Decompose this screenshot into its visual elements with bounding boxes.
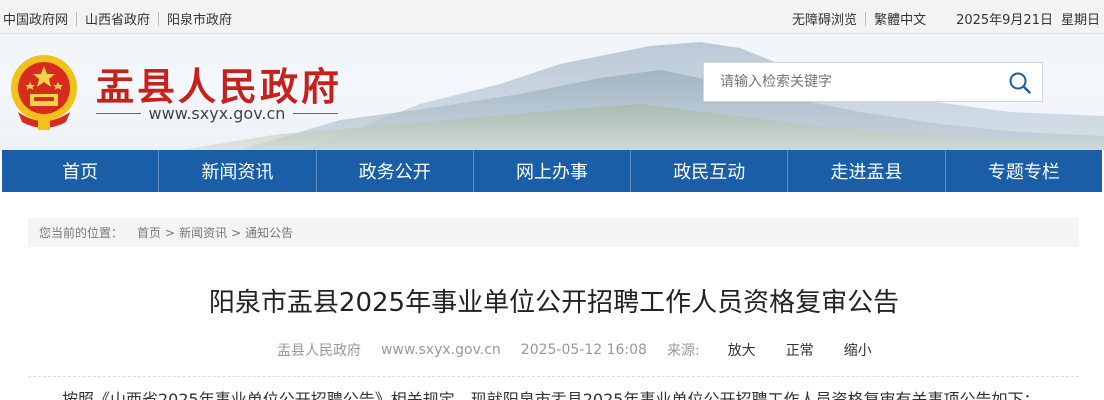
nav-home[interactable]: 首页 (2, 150, 160, 192)
article-datetime: 2025-05-12 16:08 (520, 342, 647, 358)
site-header: 盂县人民政府 www.sxyx.gov.cn (0, 34, 1104, 150)
nav-special-topics[interactable]: 专题专栏 (946, 150, 1102, 192)
article-source-label: 来源: (666, 343, 700, 359)
font-size-shrink-button[interactable]: 缩小 (844, 340, 872, 360)
search-icon[interactable] (1008, 71, 1032, 95)
current-weekday: 星期日 (1060, 13, 1100, 28)
font-size-enlarge-button[interactable]: 放大 (728, 340, 756, 360)
site-url: www.sxyx.gov.cn (96, 104, 338, 123)
divider (158, 11, 160, 26)
breadcrumb: 您当前的位置： 首页 > 新闻资讯 > 通知公告 (28, 218, 1079, 247)
breadcrumb-home[interactable]: 首页 (137, 224, 161, 241)
nav-gov-affairs[interactable]: 政务公开 (317, 150, 474, 192)
breadcrumb-separator: > (231, 225, 242, 240)
breadcrumb-separator: > (165, 225, 176, 240)
accessibility-link[interactable]: 无障碍浏览 (792, 9, 857, 28)
main-nav: 首页 新闻资讯 政务公开 网上办事 政民互动 走进盂县 专题专栏 (2, 150, 1102, 192)
top-links: 中国政府网 山西省政府 阳泉市政府 (3, 9, 232, 28)
site-title[interactable]: 盂县人民政府 (96, 56, 342, 111)
top-tools: 无障碍浏览 繁體中文 2025年9月21日 星期日 (792, 9, 1100, 28)
font-size-normal-button[interactable]: 正常 (786, 340, 814, 360)
nav-about-county[interactable]: 走进盂县 (788, 150, 946, 192)
nav-news[interactable]: 新闻资讯 (159, 150, 317, 192)
link-central-gov[interactable]: 中国政府网 (3, 9, 68, 28)
breadcrumb-notices[interactable]: 通知公告 (245, 224, 293, 241)
divider (76, 11, 78, 26)
meta-divider (28, 376, 1079, 377)
divider (96, 113, 141, 114)
article-title: 阳泉市盂县2025年事业单位公开招聘工作人员资格复审公告 (208, 288, 900, 318)
breadcrumb-news[interactable]: 新闻资讯 (179, 224, 227, 241)
site-url-text: www.sxyx.gov.cn (148, 104, 286, 123)
link-shanxi-gov[interactable]: 山西省政府 (85, 9, 150, 28)
nav-interaction[interactable]: 政民互动 (631, 150, 789, 192)
article-body-first-line: 按照《山西省2025年事业单位公开招聘公告》相关规定，现就阳泉市盂县2025年事… (62, 390, 1040, 400)
search-box (703, 62, 1043, 102)
divider (293, 113, 338, 114)
traditional-chinese-link[interactable]: 繁體中文 (874, 9, 926, 28)
divider (865, 11, 867, 26)
article-content: 您当前的位置： 首页 > 新闻资讯 > 通知公告 阳泉市盂县2025年事业单位公… (2, 198, 1102, 400)
breadcrumb-label: 您当前的位置： (39, 226, 124, 240)
link-yangquan-gov[interactable]: 阳泉市政府 (167, 9, 232, 28)
article-url: www.sxyx.gov.cn (381, 342, 501, 358)
national-emblem-icon (11, 55, 77, 130)
top-bar: 中国政府网 山西省政府 阳泉市政府 无障碍浏览 繁體中文 2025年9月21日 … (0, 0, 1104, 34)
search-input[interactable] (704, 63, 994, 101)
article-publisher: 盂县人民政府 (277, 343, 361, 359)
current-date: 2025年9月21日 (956, 13, 1053, 28)
nav-online-services[interactable]: 网上办事 (474, 150, 632, 192)
article-meta: 盂县人民政府 www.sxyx.gov.cn 2025-05-12 16:08 … (277, 340, 894, 360)
